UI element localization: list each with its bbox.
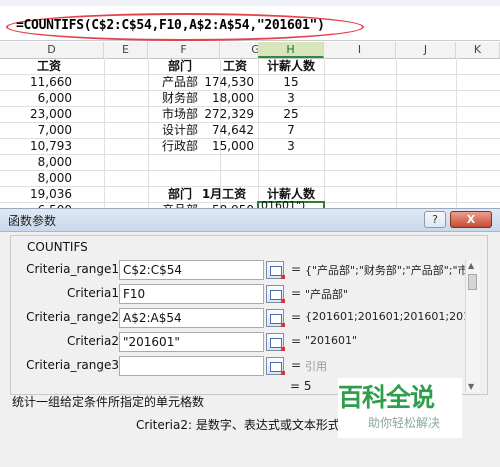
watermark: 百科全说 助你轻松解决 — [338, 378, 462, 438]
cell-g-header2[interactable]: 1月工资 — [194, 186, 254, 202]
criteria2-input[interactable]: "201601" — [119, 332, 264, 352]
column-header-i[interactable]: I — [324, 42, 396, 58]
criteria-range2-input[interactable]: A$2:A$54 — [119, 308, 264, 328]
cell-d-header[interactable]: 工资 — [14, 58, 84, 74]
arg-row-criteria-range3: Criteria_range3 = 引用 — [11, 356, 481, 378]
cell-d[interactable]: 6,000 — [0, 90, 72, 106]
formula-result: = 5 — [290, 379, 312, 393]
watermark-logo: 百科全说 — [338, 383, 435, 412]
equals-sign: = — [291, 286, 302, 300]
cell-d[interactable]: 23,000 — [0, 106, 72, 122]
arguments-group: COUNTIFS Criteria_range1 C$2:C$54 = {"产品… — [10, 235, 488, 395]
cell-g[interactable]: 272,329 — [190, 106, 254, 122]
spreadsheet-grid[interactable]: 工资 部门 工资 计薪人数 11,660 产品部 174,530 15 6,00… — [0, 58, 500, 217]
column-header-e[interactable]: E — [104, 42, 148, 58]
criteria-range1-input[interactable]: C$2:C$54 — [119, 260, 264, 280]
range-select-icon[interactable] — [266, 261, 285, 279]
arg-row-criteria-range1: Criteria_range1 C$2:C$54 = {"产品部";"财务部";… — [11, 260, 481, 282]
range-select-icon[interactable] — [266, 333, 285, 351]
cell-d[interactable]: 11,660 — [0, 74, 72, 90]
arg-row-criteria-range2: Criteria_range2 A$2:A$54 = {201601;20160… — [11, 308, 481, 330]
formula-bar[interactable]: =COUNTIFS(C$2:C$54,F10,A$2:A$54,"201601"… — [0, 6, 500, 41]
arg-label: Criteria_range3 — [26, 358, 119, 372]
equals-sign: = — [291, 262, 302, 276]
cell-h[interactable]: 7 — [258, 122, 324, 138]
arg-label: Criteria2 — [67, 334, 119, 348]
arg-label: Criteria1 — [67, 286, 119, 300]
cell-f-header[interactable]: 部门 — [150, 58, 210, 74]
help-button[interactable]: ? — [424, 211, 446, 228]
function-name: COUNTIFS — [27, 240, 88, 254]
arg-evaluated: {"产品部";"财务部";"产品部";"市场 — [305, 264, 465, 277]
close-button[interactable]: X — [450, 211, 492, 228]
cell-h[interactable]: 25 — [258, 106, 324, 122]
arg-row-criteria1: Criteria1 F10 = "产品部" — [11, 284, 481, 306]
dialog-titlebar[interactable]: 函数参数 ? X — [0, 209, 500, 232]
range-select-icon[interactable] — [266, 285, 285, 303]
cell-g-header[interactable]: 工资 — [210, 58, 260, 74]
cell-h[interactable]: 15 — [258, 74, 324, 90]
range-select-icon[interactable] — [266, 357, 285, 375]
equals-sign: = — [291, 310, 302, 324]
arg-row-criteria2: Criteria2 "201601" = "201601" — [11, 332, 481, 354]
equals-sign: = — [291, 358, 302, 372]
arg-evaluated: {201601;201601;201601;201601 — [305, 310, 465, 323]
cell-h[interactable]: 3 — [258, 138, 324, 154]
arg-evaluated: "产品部" — [305, 288, 349, 301]
cell-g[interactable]: 174,530 — [190, 74, 254, 90]
cell-d[interactable]: 19,036 — [0, 186, 72, 202]
column-header-f[interactable]: F — [148, 42, 220, 58]
column-header-k[interactable]: K — [456, 42, 500, 58]
criteria-range3-input[interactable] — [119, 356, 264, 376]
range-select-icon[interactable] — [266, 309, 285, 327]
column-headers: D E F G H I J K — [0, 42, 500, 59]
cell-d[interactable]: 10,793 — [0, 138, 72, 154]
cell-g[interactable]: 74,642 — [190, 122, 254, 138]
arg-label: Criteria_range1 — [26, 262, 119, 276]
column-header-h[interactable]: H — [258, 42, 324, 58]
scroll-down-icon[interactable]: ▼ — [468, 382, 474, 391]
formula-text[interactable]: =COUNTIFS(C$2:C$54,F10,A$2:A$54,"201601"… — [16, 18, 325, 33]
function-description: 统计一组给定条件所指定的单元格数 — [12, 395, 205, 409]
cell-g[interactable]: 15,000 — [190, 138, 254, 154]
cell-d[interactable]: 8,000 — [0, 170, 72, 186]
cell-g[interactable]: 18,000 — [190, 90, 254, 106]
arg-evaluated: 引用 — [305, 360, 327, 373]
criteria1-input[interactable]: F10 — [119, 284, 264, 304]
scroll-thumb[interactable] — [468, 274, 477, 290]
column-header-j[interactable]: J — [396, 42, 456, 58]
watermark-tagline: 助你轻松解决 — [368, 416, 441, 430]
scroll-up-icon[interactable]: ▲ — [468, 261, 474, 270]
cell-d[interactable]: 7,000 — [0, 122, 72, 138]
equals-sign: = — [291, 334, 302, 348]
cell-d[interactable]: 8,000 — [0, 154, 72, 170]
column-header-d[interactable]: D — [0, 42, 104, 58]
cell-h[interactable]: 3 — [258, 90, 324, 106]
dialog-title: 函数参数 — [8, 214, 57, 228]
arguments-scrollbar[interactable]: ▲ ▼ — [465, 260, 480, 392]
cell-h-header[interactable]: 计薪人数 — [258, 58, 324, 74]
arg-label: Criteria_range2 — [26, 310, 119, 324]
arg-evaluated: "201601" — [305, 334, 358, 347]
